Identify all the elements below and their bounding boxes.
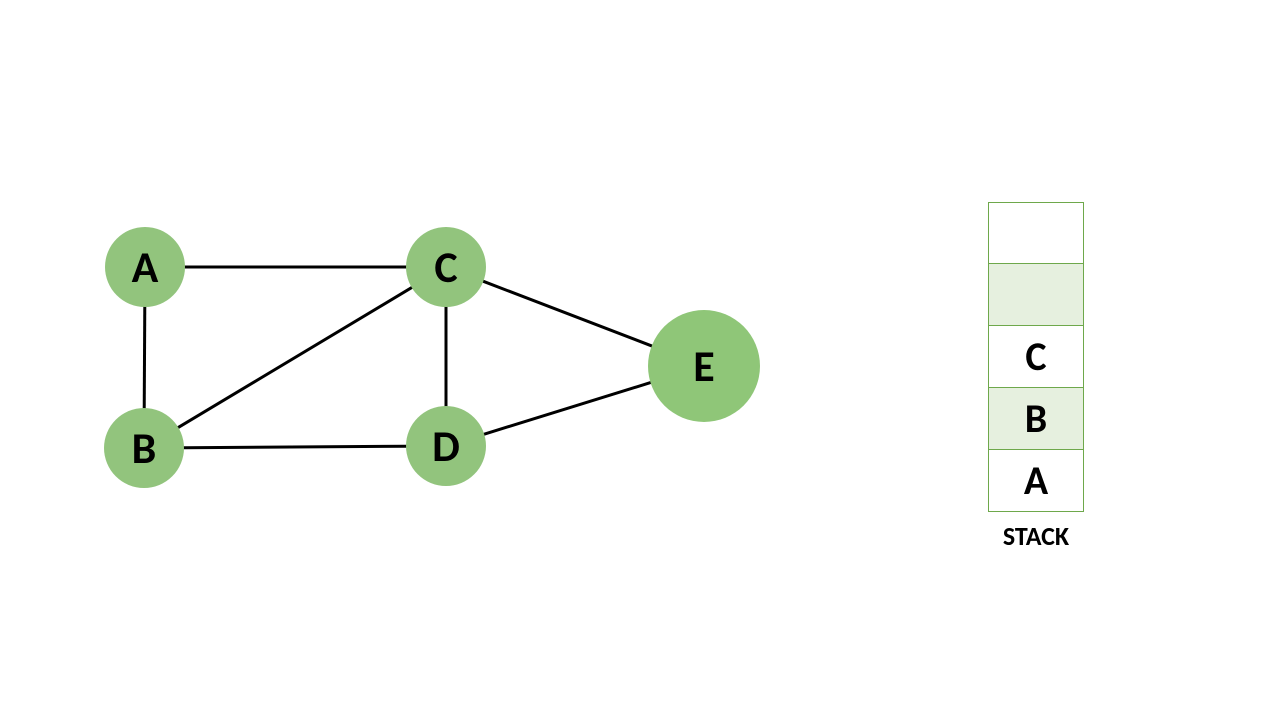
graph-node-D: D (406, 406, 486, 486)
graph-node-label: D (432, 419, 460, 473)
edge-D-E (484, 383, 650, 435)
stack-cell-0 (988, 202, 1084, 264)
edge-B-D (184, 446, 406, 447)
stack-cell-value: B (1025, 394, 1047, 443)
diagram-canvas: ABCDE CBA STACK (0, 0, 1280, 720)
stack-label: STACK (988, 520, 1084, 552)
stack-cell-value: A (1024, 456, 1048, 505)
graph-node-B: B (104, 408, 184, 488)
stack-container: CBA (988, 202, 1084, 512)
graph-node-C: C (406, 227, 486, 307)
stack-cell-2: C (988, 326, 1084, 388)
graph-node-E: E (648, 310, 760, 422)
edge-A-B (144, 307, 145, 408)
edge-C-E (483, 281, 651, 346)
edge-B-C (178, 288, 411, 428)
graph-node-label: A (132, 240, 159, 294)
graph-node-label: C (434, 240, 457, 294)
graph-node-A: A (105, 227, 185, 307)
stack-cell-1 (988, 264, 1084, 326)
graph-edges (0, 0, 1280, 720)
stack-cell-4: A (988, 450, 1084, 512)
stack-cell-value: C (1025, 332, 1046, 381)
graph-node-label: E (693, 339, 714, 393)
stack-cell-3: B (988, 388, 1084, 450)
graph-node-label: B (132, 421, 157, 475)
